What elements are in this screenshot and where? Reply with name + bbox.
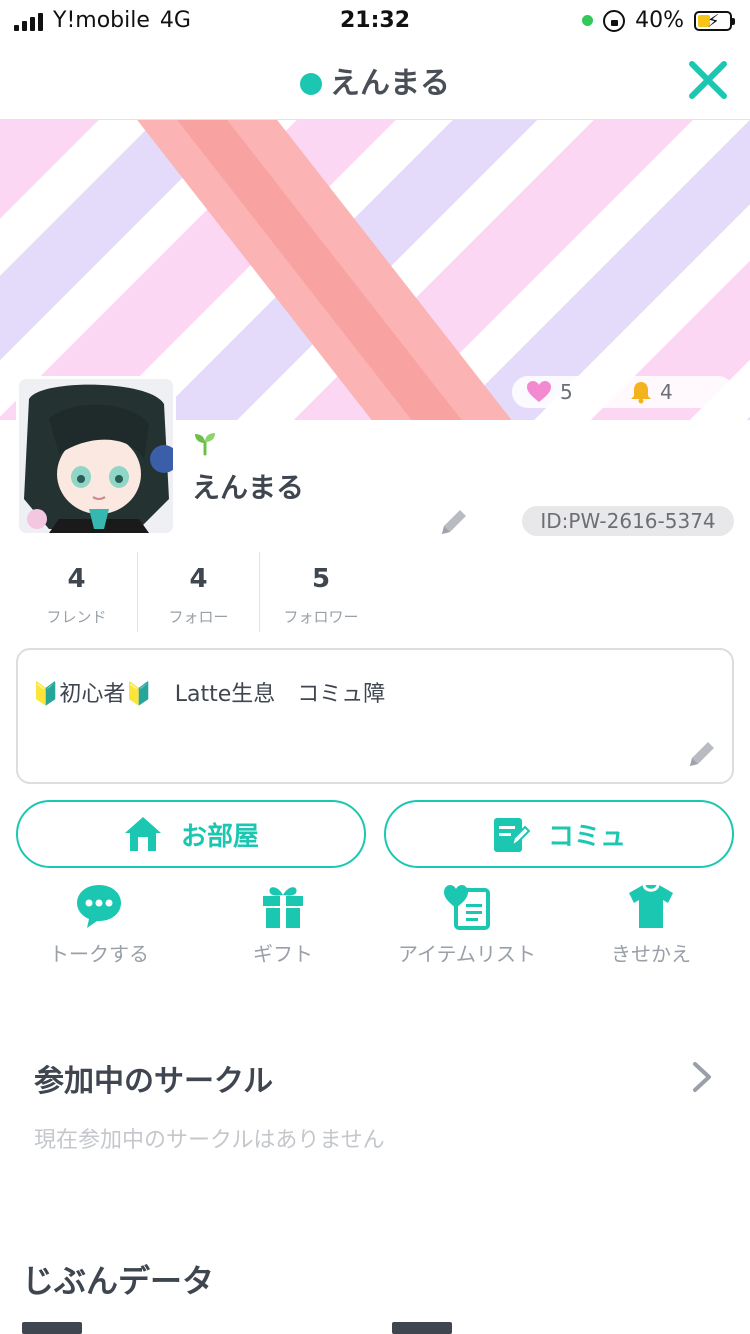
likes-stat[interactable]: 5	[526, 380, 573, 404]
heart-list-icon	[444, 885, 490, 930]
my-data-label-cutoff	[22, 1322, 82, 1334]
sprout-icon	[195, 433, 215, 456]
talk-label: トークする	[49, 942, 149, 966]
friends-count[interactable]: 4 フレンド	[16, 552, 138, 632]
heart-icon	[527, 381, 551, 402]
my-data-label-cutoff	[392, 1322, 452, 1334]
online-status-icon	[300, 73, 322, 95]
circles-empty-text: 現在参加中のサークルはありません	[34, 1128, 385, 1153]
house-icon	[124, 817, 161, 851]
profile-name: えんまる	[192, 471, 305, 504]
profile-banner	[0, 120, 750, 420]
count-value: 5	[311, 564, 331, 594]
count-value: 4	[67, 564, 86, 594]
battery-icon: ⚡	[694, 10, 735, 32]
bio-box[interactable]: 🔰初心者🔰 Latte生息 コミュ障	[16, 648, 734, 784]
status-bar: Y!mobile 4G 21:32 40% ⚡	[0, 0, 750, 40]
close-icon	[689, 61, 727, 99]
bell-icon	[631, 382, 651, 404]
item-list-action[interactable]: アイテムリスト	[382, 882, 552, 967]
follow-counts: 4 フレンド 4 フォロー 5 フォロワー	[16, 552, 382, 632]
avatar[interactable]	[16, 376, 176, 536]
count-label: フォロー	[168, 608, 229, 626]
chevron-right-icon[interactable]	[690, 1060, 714, 1094]
header-title-text: えんまる	[330, 66, 450, 101]
status-right: 40% ⚡	[582, 8, 735, 33]
tshirt-icon	[629, 884, 673, 928]
edit-name-pencil-icon[interactable]	[438, 506, 470, 538]
count-label: フレンド	[46, 608, 107, 626]
circles-title: 参加中のサークル	[34, 1064, 274, 1099]
gift-icon	[263, 887, 303, 928]
quick-menu: トークする ギフト アイテムリスト きせかえ	[0, 882, 750, 972]
item-list-label: アイテムリスト	[398, 942, 536, 966]
avatar-image	[19, 379, 173, 533]
community-button-label: コミュ	[547, 821, 626, 852]
battery-percent: 40%	[635, 8, 684, 33]
charging-bolt-icon: ⚡	[707, 10, 720, 32]
notifications-stat[interactable]: 4	[630, 380, 673, 404]
gift-action[interactable]: ギフト	[198, 882, 368, 967]
close-button[interactable]	[688, 60, 728, 100]
page-title: えんまる	[0, 58, 750, 102]
edit-bio-pencil-icon[interactable]	[686, 738, 718, 770]
community-button[interactable]: コミュ	[384, 800, 734, 868]
gift-label: ギフト	[253, 942, 313, 966]
followers-count[interactable]: 5 フォロワー	[260, 552, 382, 632]
community-note-icon	[493, 818, 530, 852]
mic-indicator-icon	[582, 15, 594, 26]
my-data-title: じぶんデータ	[22, 1262, 215, 1300]
notifications-count: 4	[660, 380, 673, 404]
chat-bubble-icon	[77, 885, 121, 928]
user-id-badge: ID:PW-2616-5374	[522, 506, 734, 536]
count-value: 4	[189, 564, 208, 594]
dress-up-action[interactable]: きせかえ	[566, 882, 736, 967]
dress-up-label: きせかえ	[611, 942, 691, 966]
room-button[interactable]: お部屋	[16, 800, 366, 868]
following-count[interactable]: 4 フォロー	[138, 552, 260, 632]
profile-header: えんまる	[0, 40, 750, 120]
count-label: フォロワー	[283, 608, 359, 626]
room-button-label: お部屋	[180, 821, 259, 852]
orientation-lock-icon	[603, 9, 626, 32]
talk-action[interactable]: トークする	[14, 882, 184, 967]
bio-text: 🔰初心者🔰 Latte生息 コミュ障	[32, 682, 386, 707]
likes-count: 5	[560, 380, 573, 404]
reaction-stats: 5 4	[512, 376, 734, 408]
